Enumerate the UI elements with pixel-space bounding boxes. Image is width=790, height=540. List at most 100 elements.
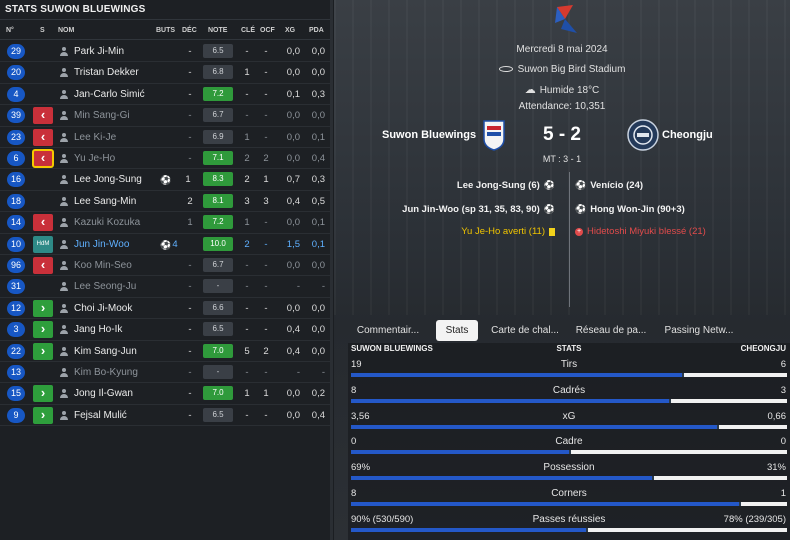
player-name[interactable]: Koo Min-Seo bbox=[74, 260, 132, 271]
player-row[interactable]: 22 › Kim Sang-Jun -7.0 5 2 0,4 0,0 bbox=[0, 341, 333, 362]
player-row[interactable]: 39 ‹ Min Sang-Gi -6.7- -0,0 0,0 bbox=[0, 105, 333, 127]
player-row[interactable]: 16 Lee Jong-Sung ⚽ 1 8.3 2 1 0,7 0,3 bbox=[0, 169, 333, 191]
person-icon bbox=[60, 89, 68, 99]
decisive-value: - bbox=[188, 367, 192, 378]
away-stat-value: 1 bbox=[780, 488, 786, 499]
stat-label: Tirs bbox=[560, 359, 578, 370]
key-passes-value: 2 bbox=[244, 174, 250, 186]
key-passes-value: - bbox=[245, 324, 249, 336]
tab-reseau-de-passes[interactable]: Réseau de pa... bbox=[574, 320, 648, 341]
player-row[interactable]: 12 › Choi Ji-Mook -6.6- -0,0 0,0 bbox=[0, 298, 333, 320]
xg-value: 0,0 bbox=[286, 110, 300, 122]
player-name[interactable]: Jong Il-Gwan bbox=[74, 388, 133, 399]
player-name[interactable]: Kazuki Kozuka bbox=[74, 217, 140, 228]
player-name[interactable]: Tristan Dekker bbox=[74, 67, 139, 78]
col-xg[interactable]: XG bbox=[285, 27, 295, 34]
stat-label: xG bbox=[562, 410, 576, 422]
injury-icon: + bbox=[575, 227, 583, 236]
player-row[interactable]: 31 Lee Seong-Ju - - - - - - bbox=[0, 276, 333, 298]
stat-row: 0 Cadre 0 bbox=[348, 434, 790, 460]
man-of-the-match-badge: HdM bbox=[33, 235, 53, 253]
clear-chances-value: - bbox=[264, 131, 268, 143]
key-passes-value: 1 bbox=[244, 131, 250, 143]
player-row[interactable]: 13 Kim Bo-Kyung - - - - - - bbox=[0, 362, 333, 384]
xa-value: 0,3 bbox=[311, 88, 325, 100]
col-buts[interactable]: BUTS bbox=[156, 27, 175, 34]
player-name[interactable]: Kim Bo-Kyung bbox=[74, 367, 138, 378]
player-row[interactable]: 23 ‹ Lee Ki-Je -6.9 1-0,0 0,1 bbox=[0, 127, 333, 148]
away-stat-value: 0 bbox=[780, 436, 786, 448]
col-ocf[interactable]: OCF bbox=[260, 27, 275, 34]
player-row[interactable]: 4 Jan-Carlo Simić -7.2- -0,1 0,3 bbox=[0, 84, 333, 106]
home-stat-bar bbox=[351, 398, 669, 403]
shirt-number: 14 bbox=[7, 215, 25, 231]
player-name[interactable]: Park Ji-Min bbox=[74, 46, 124, 57]
shirt-number: 16 bbox=[7, 172, 25, 188]
decisive-value: - bbox=[188, 345, 192, 357]
away-team-name[interactable]: Cheongju bbox=[662, 129, 713, 141]
xg-value: - bbox=[296, 367, 300, 378]
col-dec[interactable]: DÉC bbox=[182, 27, 197, 34]
tab-stats[interactable]: Stats bbox=[436, 320, 478, 341]
col-note[interactable]: NOTE bbox=[208, 27, 227, 34]
tab-passing-network[interactable]: Passing Netw... bbox=[662, 320, 736, 341]
decisive-value: - bbox=[188, 409, 192, 421]
stat-label: Cadrés bbox=[552, 384, 586, 396]
key-passes-value: - bbox=[245, 302, 249, 314]
decisive-value: - bbox=[188, 153, 192, 164]
decisive-value: - bbox=[188, 324, 192, 336]
col-nom[interactable]: NOM bbox=[58, 27, 74, 34]
player-name[interactable]: Jan-Carlo Simić bbox=[74, 89, 145, 100]
player-row[interactable]: 3 › Jang Ho-Ik -6.5- -0,4 0,0 bbox=[0, 319, 333, 341]
player-name[interactable]: Fejsal Mulić bbox=[74, 410, 127, 421]
person-icon bbox=[60, 175, 68, 185]
player-name[interactable]: Jun Jin-Woo bbox=[74, 239, 129, 250]
xg-value: 0,0 bbox=[286, 46, 300, 57]
key-passes-value: - bbox=[245, 88, 249, 100]
player-name[interactable]: Lee Sang-Min bbox=[74, 196, 136, 207]
tab-carte-de-chaleur[interactable]: Carte de chal... bbox=[488, 320, 562, 341]
player-row[interactable]: 20 Tristan Dekker -6.8 1-0,0 0,0 bbox=[0, 62, 333, 84]
player-row[interactable]: 18 Lee Sang-Min 2 8.1 3 3 0,4 0,5 bbox=[0, 191, 333, 213]
decisive-value: - bbox=[188, 88, 192, 100]
shirt-number: 20 bbox=[7, 65, 25, 81]
player-name[interactable]: Min Sang-Gi bbox=[74, 110, 130, 121]
stat-bar bbox=[351, 398, 787, 403]
weather-line: ☁ Humide 18°C bbox=[334, 83, 790, 96]
decisive-value: - bbox=[188, 281, 192, 293]
player-name[interactable]: Lee Ki-Je bbox=[74, 132, 116, 143]
player-row[interactable]: 14 ‹ Kazuki Kozuka 1 7.2 1 - 0,0 0,1 bbox=[0, 212, 333, 234]
player-name[interactable]: Lee Seong-Ju bbox=[74, 281, 136, 292]
match-date: Mercredi 8 mai 2024 bbox=[516, 44, 608, 55]
rating-badge: 6.9 bbox=[203, 129, 233, 144]
player-row[interactable]: 29 Park Ji-Min -6.5- -0,0 0,0 bbox=[0, 41, 333, 63]
competition-logo bbox=[555, 5, 577, 33]
player-name[interactable]: Kim Sang-Jun bbox=[74, 346, 137, 357]
away-stat-bar bbox=[741, 502, 787, 506]
player-name[interactable]: Choi Ji-Mook bbox=[74, 303, 132, 314]
scrollbar[interactable] bbox=[330, 0, 333, 540]
col-pda[interactable]: PDA bbox=[309, 27, 324, 34]
rating-badge: 6.7 bbox=[203, 108, 233, 123]
player-row[interactable]: 15 › Jong Il-Gwan -7.0 1 1 0,0 0,2 bbox=[0, 383, 333, 405]
player-row[interactable]: 10 HdM Jun Jin-Woo ⚽ 4 10.0 2-1,5 0,1 bbox=[0, 234, 333, 255]
rating-badge: 8.3 bbox=[203, 172, 233, 187]
col-num[interactable]: N° bbox=[6, 27, 14, 34]
player-name[interactable]: Jang Ho-Ik bbox=[74, 324, 122, 335]
player-row[interactable]: 6 ‹ Yu Je-Ho -7.1 2 2 0,0 0,4 bbox=[0, 148, 333, 170]
player-name[interactable]: Yu Je-Ho bbox=[74, 153, 115, 164]
away-stat-value: 3 bbox=[780, 384, 786, 396]
event-text: Venício (24) bbox=[590, 180, 644, 191]
clear-chances-value: - bbox=[264, 110, 268, 122]
tab-commentaire[interactable]: Commentair... bbox=[352, 320, 424, 341]
player-row[interactable]: 96 ‹ Koo Min-Seo -6.7- -0,0 0,0 bbox=[0, 255, 333, 277]
away-team-crest[interactable] bbox=[627, 119, 659, 151]
away-event: + Hidetoshi Miyuki blessé (21) bbox=[575, 226, 706, 237]
col-s[interactable]: S bbox=[40, 27, 45, 34]
col-cle[interactable]: CLÉ bbox=[241, 27, 255, 34]
player-row[interactable]: 9 › Fejsal Mulić -6.5- -0,0 0,4 bbox=[0, 405, 333, 427]
stat-row: 90% (530/590) Passes réussies 78% (239/305… bbox=[348, 512, 790, 538]
away-stat-value: 31% bbox=[766, 462, 786, 474]
player-name[interactable]: Lee Jong-Sung bbox=[74, 174, 142, 185]
event-text: Lee Jong-Sung (6) bbox=[456, 180, 540, 191]
